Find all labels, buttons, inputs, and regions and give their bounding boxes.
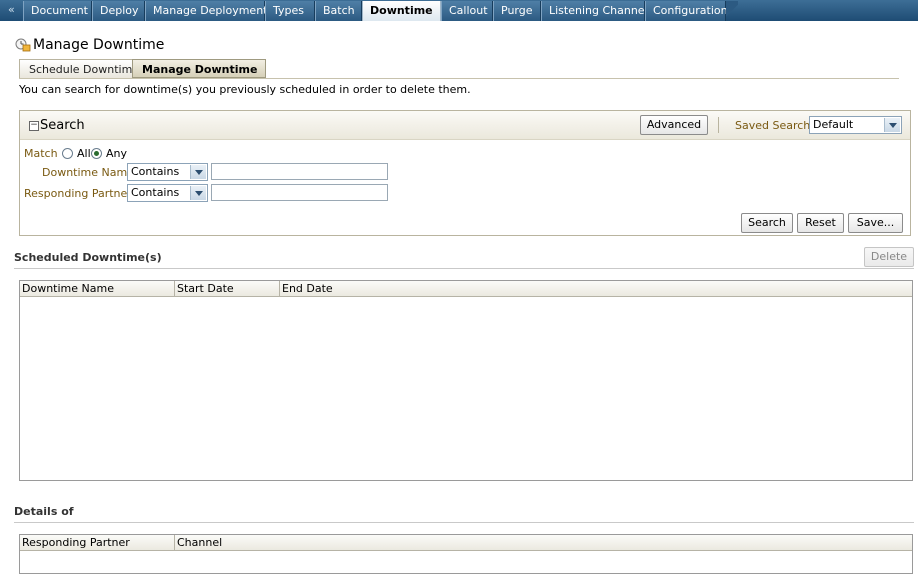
- column-header-responding-partner[interactable]: Responding Partner: [20, 535, 175, 550]
- scheduled-table-header: Downtime Name Start Date End Date: [20, 281, 912, 297]
- search-button[interactable]: Search: [741, 213, 793, 233]
- tab-types[interactable]: Types: [265, 1, 315, 21]
- top-navigation-bar: « Document Deploy Manage Deployments Typ…: [0, 0, 918, 21]
- tab-configuration[interactable]: Configuration: [645, 1, 728, 21]
- match-all-radio[interactable]: [62, 148, 73, 159]
- advanced-button[interactable]: Advanced: [640, 115, 708, 135]
- details-title: Details of: [14, 505, 74, 518]
- details-table: Responding Partner Channel: [19, 534, 913, 574]
- tab-batch[interactable]: Batch: [315, 1, 362, 21]
- chevron-down-icon: [884, 118, 900, 132]
- subtab-manage-downtime[interactable]: Manage Downtime: [132, 59, 266, 78]
- responding-partner-input[interactable]: [211, 184, 388, 201]
- scheduled-downtimes-title: Scheduled Downtime(s): [14, 251, 162, 264]
- tab-downtime[interactable]: Downtime: [362, 1, 441, 21]
- scheduled-section-divider: [14, 268, 914, 269]
- column-header-channel[interactable]: Channel: [175, 535, 275, 550]
- subtab-divider: [19, 78, 899, 79]
- downtime-page-icon: [15, 38, 31, 52]
- responding-partner-label: Responding Partner: [24, 187, 132, 200]
- collapse-icon[interactable]: −: [29, 121, 39, 131]
- details-section-divider: [14, 522, 914, 523]
- search-panel: − Search Advanced Saved Search Default M…: [19, 110, 911, 236]
- downtime-name-operator-value: Contains: [131, 165, 180, 178]
- column-header-start-date[interactable]: Start Date: [175, 281, 280, 296]
- match-all-label: All: [77, 147, 91, 160]
- chevron-down-icon: [190, 165, 206, 179]
- responding-partner-operator-select[interactable]: Contains: [127, 184, 208, 202]
- tab-manage-deployments[interactable]: Manage Deployments: [145, 1, 273, 21]
- tab-document[interactable]: Document: [23, 1, 92, 21]
- tab-callout[interactable]: Callout: [441, 1, 493, 21]
- scroll-left-icon[interactable]: «: [8, 3, 15, 16]
- saved-search-value: Default: [813, 118, 854, 131]
- save-button[interactable]: Save...: [848, 213, 903, 233]
- delete-button[interactable]: Delete: [864, 247, 914, 267]
- scheduled-downtimes-table: Downtime Name Start Date End Date: [19, 280, 913, 481]
- match-any-label: Any: [106, 147, 128, 160]
- header-separator: [718, 117, 719, 133]
- saved-search-label: Saved Search: [735, 119, 811, 132]
- column-header-end-date[interactable]: End Date: [280, 281, 380, 296]
- tab-bar-end: [726, 1, 738, 21]
- search-header: − Search Advanced Saved Search Default: [20, 111, 910, 140]
- match-any-radio[interactable]: [91, 148, 102, 159]
- downtime-name-label: Downtime Name: [42, 166, 134, 179]
- reset-button[interactable]: Reset: [797, 213, 844, 233]
- search-title: Search: [40, 118, 85, 133]
- page-title: Manage Downtime: [33, 37, 165, 53]
- downtime-name-operator-select[interactable]: Contains: [127, 163, 208, 181]
- tab-deploy[interactable]: Deploy: [92, 1, 145, 21]
- details-table-header: Responding Partner Channel: [20, 535, 912, 551]
- subtab-schedule-downtime[interactable]: Schedule Downtime: [19, 59, 139, 78]
- downtime-name-input[interactable]: [211, 163, 388, 180]
- saved-search-select[interactable]: Default: [809, 116, 902, 134]
- chevron-down-icon: [190, 186, 206, 200]
- tab-purge[interactable]: Purge: [493, 1, 541, 21]
- match-label: Match: [24, 147, 58, 160]
- tab-listening-channel[interactable]: Listening Channel: [541, 1, 648, 21]
- responding-partner-operator-value: Contains: [131, 186, 180, 199]
- column-header-downtime-name[interactable]: Downtime Name: [20, 281, 175, 296]
- instruction-text: You can search for downtime(s) you previ…: [19, 83, 471, 96]
